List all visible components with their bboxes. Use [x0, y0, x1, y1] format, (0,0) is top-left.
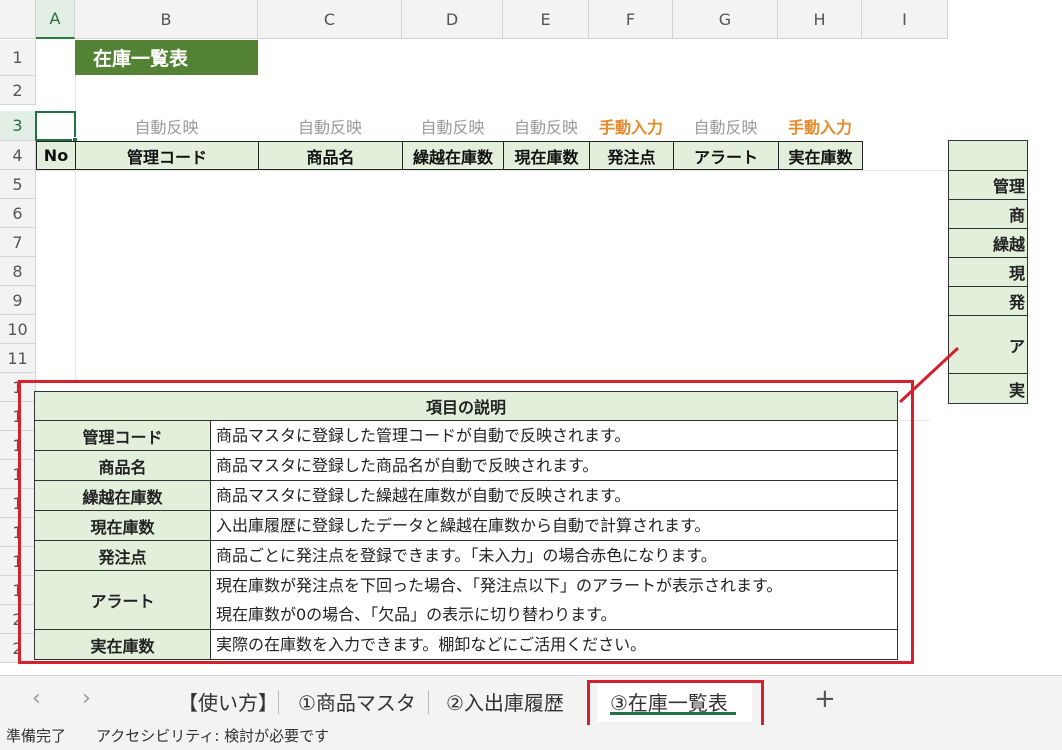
- right-table-cell: 管理: [948, 170, 1028, 200]
- explanation-value: 商品マスタに登録した商品名が自動で反映されます。: [210, 450, 898, 481]
- explanation-value: 入出庫履歴に登録したデータと繰越在庫数から自動で計算されます。: [210, 510, 898, 541]
- explanation-key: アラート: [34, 570, 211, 630]
- status-bar: 準備完了 アクセシビリティ: 検討が必要です: [0, 725, 1062, 750]
- right-table-cell: 現: [948, 257, 1028, 287]
- auto-reflect-label: 自動反映: [693, 118, 758, 137]
- grid-line-vertical: [75, 39, 76, 379]
- explanation-row: 現在庫数 入出庫履歴に登録したデータと繰越在庫数から自動で計算されます。: [34, 510, 898, 541]
- explanation-row: 商品名 商品マスタに登録した商品名が自動で反映されます。: [34, 450, 898, 481]
- explanation-row: 発注点 商品ごとに発注点を登録できます。「未入力」の場合赤色になります。: [34, 540, 898, 571]
- row-header[interactable]: 11: [0, 344, 36, 373]
- explanation-line: 入出庫履歴に登録したデータと繰越在庫数から自動で計算されます。: [216, 516, 711, 535]
- column-header-f[interactable]: F: [589, 0, 673, 39]
- auto-reflect-label: 自動反映: [420, 118, 485, 137]
- explanation-row: 繰越在庫数 商品マスタに登録した繰越在庫数が自動で反映されます。: [34, 480, 898, 511]
- auto-reflect-label: 自動反映: [297, 118, 362, 137]
- row-header[interactable]: 8: [0, 257, 36, 286]
- tab-separator: [278, 690, 279, 714]
- table-header-cell[interactable]: アラート: [673, 141, 779, 170]
- explanation-line: 商品マスタに登録した商品名が自動で反映されます。: [216, 456, 599, 475]
- column-header-d[interactable]: D: [402, 0, 503, 39]
- explanation-value: 商品マスタに登録した管理コードが自動で反映されます。: [210, 420, 898, 451]
- right-table-cell: 発: [948, 286, 1028, 316]
- right-table-cell: 商: [948, 199, 1028, 229]
- table-header-cell[interactable]: 現在庫数: [503, 141, 590, 170]
- tab-io-history[interactable]: ②入出庫履歴: [446, 683, 564, 719]
- explanation-table: 項目の説明 管理コード 商品マスタに登録した管理コードが自動で反映されます。 商品名…: [34, 391, 898, 660]
- explanation-key: 発注点: [34, 540, 211, 571]
- row-header[interactable]: 10: [0, 315, 36, 344]
- explanation-row: 管理コード 商品マスタに登録した管理コードが自動で反映されます。: [34, 420, 898, 451]
- explanation-key: 商品名: [34, 450, 211, 481]
- explanation-title: 項目の説明: [34, 391, 898, 421]
- explanation-value: 商品ごとに発注点を登録できます。「未入力」の場合赤色になります。: [210, 540, 898, 571]
- explanation-key: 繰越在庫数: [34, 480, 211, 511]
- explanation-row: アラート 現在庫数が発注点を下回った場合、「発注点以下」のアラートが表示されます。…: [34, 570, 898, 630]
- table-header-cell[interactable]: 発注点: [589, 141, 674, 170]
- explanation-row: 実在庫数 実際の在庫数を入力できます。棚卸などにご活用ください。: [34, 629, 898, 660]
- column-header-g[interactable]: G: [673, 0, 778, 39]
- row-header[interactable]: 3: [0, 111, 36, 141]
- explanation-line: 商品マスタに登録した管理コードが自動で反映されます。: [216, 426, 631, 445]
- selected-cell-a3[interactable]: [35, 111, 76, 141]
- tab-separator: [428, 690, 429, 714]
- table-header-cell[interactable]: 繰越在庫数: [402, 141, 504, 170]
- auto-reflect-label: 自動反映: [134, 118, 199, 137]
- add-sheet-icon[interactable]: +: [814, 684, 836, 714]
- select-all-corner[interactable]: [0, 0, 36, 39]
- column-header-b[interactable]: B: [75, 0, 258, 39]
- prev-sheet-icon[interactable]: ‹: [32, 686, 41, 711]
- row-header[interactable]: 7: [0, 228, 36, 257]
- explanation-value: 実際の在庫数を入力できます。棚卸などにご活用ください。: [210, 629, 898, 660]
- column-header-a[interactable]: A: [36, 0, 75, 39]
- explanation-line: 商品マスタに登録した繰越在庫数が自動で反映されます。: [216, 486, 631, 505]
- manual-input-label: 手動入力: [787, 118, 852, 137]
- row-header[interactable]: 1: [0, 40, 36, 76]
- right-table-header: [948, 140, 1028, 171]
- row-header[interactable]: 4: [0, 141, 36, 170]
- table-header-cell[interactable]: 管理コード: [75, 141, 259, 170]
- explanation-value: 現在庫数が発注点を下回った場合、「発注点以下」のアラートが表示されます。 現在庫数…: [210, 570, 898, 630]
- explanation-key: 現在庫数: [34, 510, 211, 541]
- manual-input-label: 手動入力: [598, 118, 663, 137]
- table-header-cell[interactable]: No: [36, 141, 76, 170]
- row-header[interactable]: 9: [0, 286, 36, 315]
- explanation-line: 実際の在庫数を入力できます。棚卸などにご活用ください。: [216, 635, 647, 654]
- row-header[interactable]: 5: [0, 170, 36, 199]
- auto-reflect-label: 自動反映: [513, 118, 578, 137]
- row-header[interactable]: 2: [0, 76, 36, 105]
- explanation-key: 管理コード: [34, 420, 211, 451]
- explanation-value: 商品マスタに登録した繰越在庫数が自動で反映されます。: [210, 480, 898, 511]
- tab-product-master[interactable]: ①商品マスタ: [298, 683, 416, 719]
- table-header-cell[interactable]: 商品名: [258, 141, 403, 170]
- grid-line-horizontal: [36, 170, 946, 171]
- column-header-e[interactable]: E: [503, 0, 589, 39]
- explanation-line: 現在庫数が0の場合、「欠品」の表示に切り替わります。: [216, 605, 617, 624]
- table-header-cell[interactable]: 実在庫数: [778, 141, 863, 170]
- explanation-line: 現在庫数が発注点を下回った場合、「発注点以下」のアラートが表示されます。: [216, 576, 783, 595]
- active-tab-highlight: [587, 680, 764, 730]
- tab-usage[interactable]: 【使い方】: [178, 683, 278, 719]
- next-sheet-icon[interactable]: ›: [82, 686, 91, 711]
- column-header-i[interactable]: I: [862, 0, 948, 39]
- row-header[interactable]: 6: [0, 199, 36, 228]
- sheet-title-cell[interactable]: 在庫一覧表: [75, 40, 258, 75]
- explanation-key: 実在庫数: [34, 629, 211, 660]
- right-table-cell: 繰越: [948, 228, 1028, 258]
- explanation-line: 商品ごとに発注点を登録できます。「未入力」の場合赤色になります。: [216, 546, 717, 565]
- column-header-c[interactable]: C: [258, 0, 402, 39]
- column-header-h[interactable]: H: [778, 0, 862, 39]
